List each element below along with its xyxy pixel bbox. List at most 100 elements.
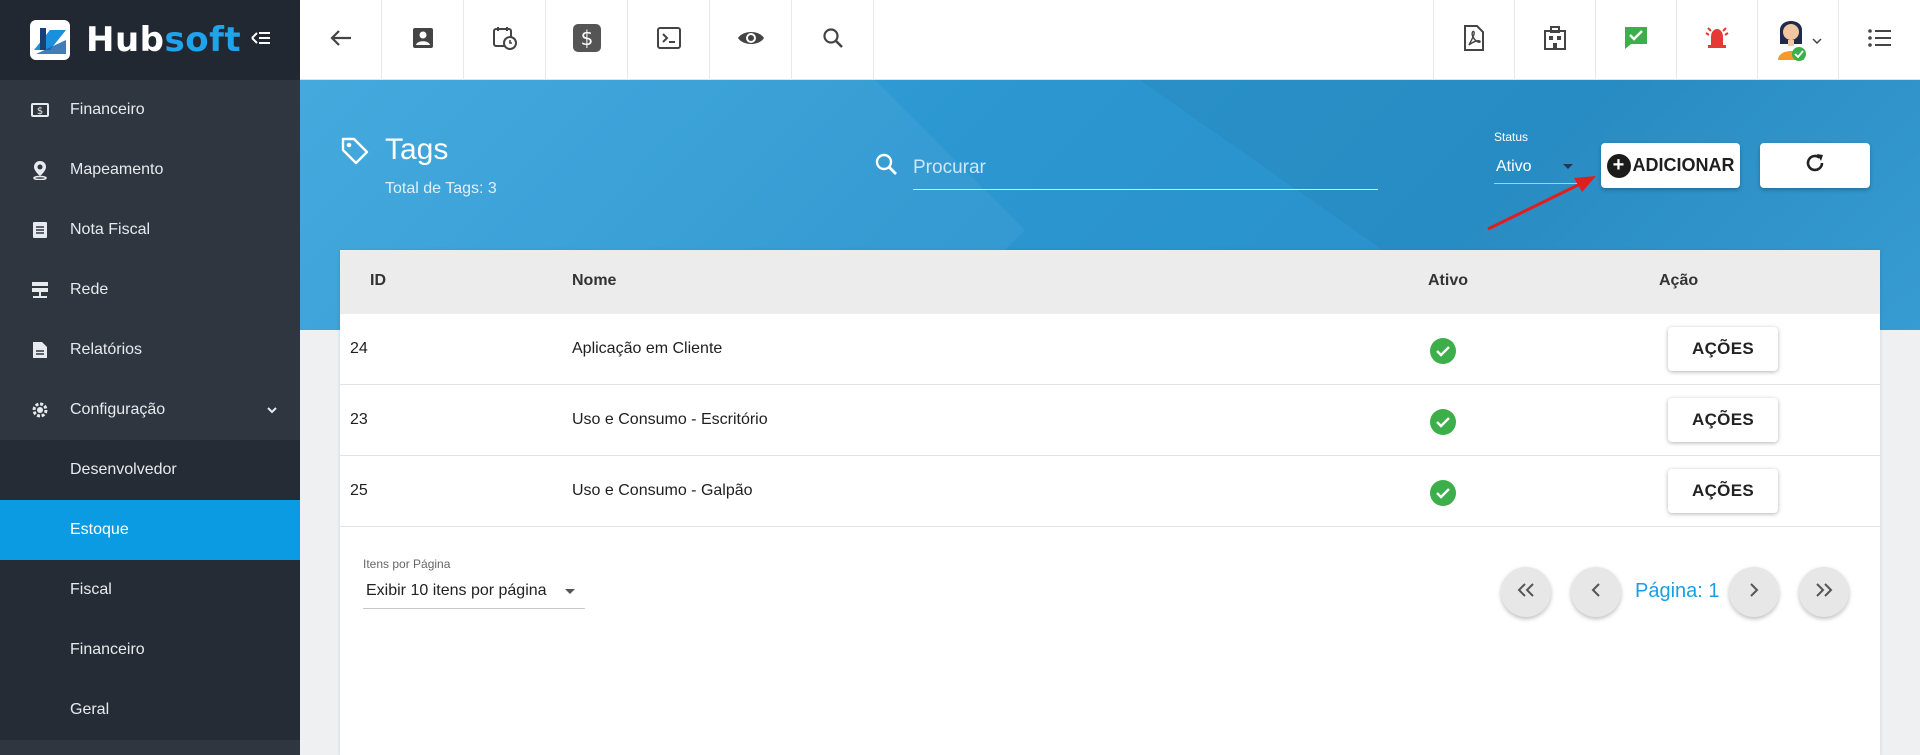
network-icon bbox=[30, 280, 50, 300]
per-page-label: Itens por Página bbox=[363, 557, 451, 571]
add-button-label: ADICIONAR bbox=[1632, 155, 1735, 175]
sidebar-item-nota-fiscal[interactable]: Nota Fiscal bbox=[0, 200, 300, 260]
sidebar: Hubsoft $ Financeiro Mapeamento Nota Fis… bbox=[0, 0, 300, 755]
menu-button[interactable] bbox=[1838, 0, 1920, 80]
hubsoft-logo[interactable] bbox=[30, 20, 70, 60]
sidebar-subitem-fiscal[interactable]: Fiscal bbox=[0, 560, 300, 620]
task-check-icon bbox=[1623, 25, 1649, 56]
active-check-icon bbox=[1430, 409, 1456, 435]
view-button[interactable] bbox=[710, 0, 792, 80]
sidebar-item-mapeamento[interactable]: Mapeamento bbox=[0, 140, 300, 200]
back-button[interactable] bbox=[300, 0, 382, 80]
terminal-button[interactable] bbox=[628, 0, 710, 80]
topbar: $ bbox=[300, 0, 1920, 80]
sidebar-item-relatorios[interactable]: Relatórios bbox=[0, 320, 300, 380]
table-row: 24 Aplicação em Cliente AÇÕES bbox=[340, 314, 1880, 385]
sidebar-subitem-estoque[interactable]: Estoque bbox=[0, 500, 300, 560]
search-button[interactable] bbox=[792, 0, 874, 80]
tasks-button[interactable] bbox=[1595, 0, 1676, 80]
column-header-id[interactable]: ID bbox=[370, 272, 386, 290]
sidebar-item-label: Mapeamento bbox=[70, 161, 164, 178]
last-page-button[interactable] bbox=[1799, 567, 1849, 617]
next-page-button[interactable] bbox=[1729, 567, 1779, 617]
contact-button[interactable] bbox=[382, 0, 464, 80]
caret-down-icon bbox=[565, 589, 575, 594]
row-name: Aplicação em Cliente bbox=[572, 340, 723, 357]
building-icon bbox=[1543, 25, 1567, 55]
brand-name: Hubsoft bbox=[86, 20, 242, 60]
map-pin-icon bbox=[30, 160, 50, 180]
double-chevron-left-icon bbox=[1517, 582, 1535, 602]
sidebar-subitem-financeiro[interactable]: Financeiro bbox=[0, 620, 300, 680]
alarm-button[interactable] bbox=[1676, 0, 1757, 80]
sidebar-subitem-label: Desenvolvedor bbox=[70, 461, 177, 478]
row-name: Uso e Consumo - Galpão bbox=[572, 482, 753, 499]
sidebar-subitem-label: Financeiro bbox=[70, 641, 145, 658]
row-id: 25 bbox=[350, 482, 368, 499]
column-header-active[interactable]: Ativo bbox=[1428, 272, 1468, 290]
table-row: 25 Uso e Consumo - Galpão AÇÕES bbox=[340, 456, 1880, 527]
table-row: 23 Uso e Consumo - Escritório AÇÕES bbox=[340, 385, 1880, 456]
pdf-button[interactable] bbox=[1433, 0, 1514, 80]
first-page-button[interactable] bbox=[1501, 567, 1551, 617]
status-value: Ativo bbox=[1496, 157, 1532, 175]
chevron-left-icon bbox=[1591, 582, 1601, 602]
sidebar-subitem-desenvolvedor[interactable]: Desenvolvedor bbox=[0, 440, 300, 500]
svg-text:$: $ bbox=[580, 26, 593, 50]
chevron-down-icon bbox=[266, 401, 278, 419]
previous-page-button[interactable] bbox=[1571, 567, 1621, 617]
sidebar-subitem-label: Geral bbox=[70, 701, 110, 718]
sidebar-item-label: Relatórios bbox=[70, 341, 143, 358]
actions-button[interactable]: AÇÕES bbox=[1668, 327, 1778, 371]
collapse-menu-icon[interactable] bbox=[251, 31, 271, 50]
double-chevron-right-icon bbox=[1815, 582, 1833, 602]
user-menu-button[interactable] bbox=[1757, 0, 1838, 80]
schedule-button[interactable] bbox=[464, 0, 546, 80]
menu-list-icon bbox=[1867, 28, 1892, 52]
column-header-name[interactable]: Nome bbox=[572, 272, 616, 290]
plus-circle-icon: + bbox=[1606, 153, 1631, 178]
gear-icon bbox=[30, 400, 50, 420]
sidebar-subitem-label: Fiscal bbox=[70, 581, 112, 598]
page-title: Tags bbox=[385, 133, 449, 166]
refresh-button[interactable] bbox=[1760, 143, 1870, 188]
row-id: 24 bbox=[350, 340, 368, 357]
finance-button[interactable]: $ bbox=[546, 0, 628, 80]
sidebar-item-label: Rede bbox=[70, 281, 109, 298]
sidebar-item-rede[interactable]: Rede bbox=[0, 260, 300, 320]
actions-button[interactable]: AÇÕES bbox=[1668, 469, 1778, 513]
add-button[interactable]: + ADICIONAR bbox=[1601, 143, 1740, 188]
status-select[interactable]: Ativo bbox=[1494, 150, 1581, 184]
terminal-icon bbox=[656, 26, 681, 54]
report-icon bbox=[30, 340, 50, 360]
contact-icon bbox=[412, 27, 434, 54]
chevron-down-icon bbox=[1812, 31, 1822, 49]
chevron-right-icon bbox=[1749, 582, 1759, 602]
row-name: Uso e Consumo - Escritório bbox=[572, 411, 768, 428]
svg-text:$: $ bbox=[37, 106, 43, 117]
tags-table-card: ID Nome Ativo Ação 24 Aplicação em Clien… bbox=[340, 250, 1880, 755]
eye-icon bbox=[737, 29, 765, 52]
search-input[interactable] bbox=[913, 146, 1378, 190]
sidebar-subitem-geral[interactable]: Geral bbox=[0, 680, 300, 740]
status-label: Status bbox=[1494, 130, 1529, 144]
active-check-icon bbox=[1430, 338, 1456, 364]
document-icon bbox=[30, 220, 50, 240]
refresh-icon bbox=[1803, 151, 1827, 180]
money-icon: $ bbox=[30, 100, 50, 120]
sidebar-item-financeiro[interactable]: $ Financeiro bbox=[0, 80, 300, 140]
sidebar-item-label: Nota Fiscal bbox=[70, 221, 151, 238]
sidebar-subitem-label: Estoque bbox=[70, 521, 129, 538]
per-page-value: Exibir 10 itens por página bbox=[366, 581, 547, 599]
row-id: 23 bbox=[350, 411, 368, 428]
caret-down-icon bbox=[1563, 164, 1573, 169]
table-header: ID Nome Ativo Ação bbox=[340, 250, 1880, 314]
sidebar-item-configuracao[interactable]: Configuração bbox=[0, 380, 300, 440]
brand: Hubsoft bbox=[0, 0, 300, 80]
building-button[interactable] bbox=[1514, 0, 1595, 80]
search-icon bbox=[822, 27, 844, 54]
alarm-icon bbox=[1703, 25, 1731, 56]
active-check-icon bbox=[1430, 480, 1456, 506]
actions-button[interactable]: AÇÕES bbox=[1668, 398, 1778, 442]
per-page-select[interactable]: Exibir 10 itens por página bbox=[363, 573, 585, 609]
